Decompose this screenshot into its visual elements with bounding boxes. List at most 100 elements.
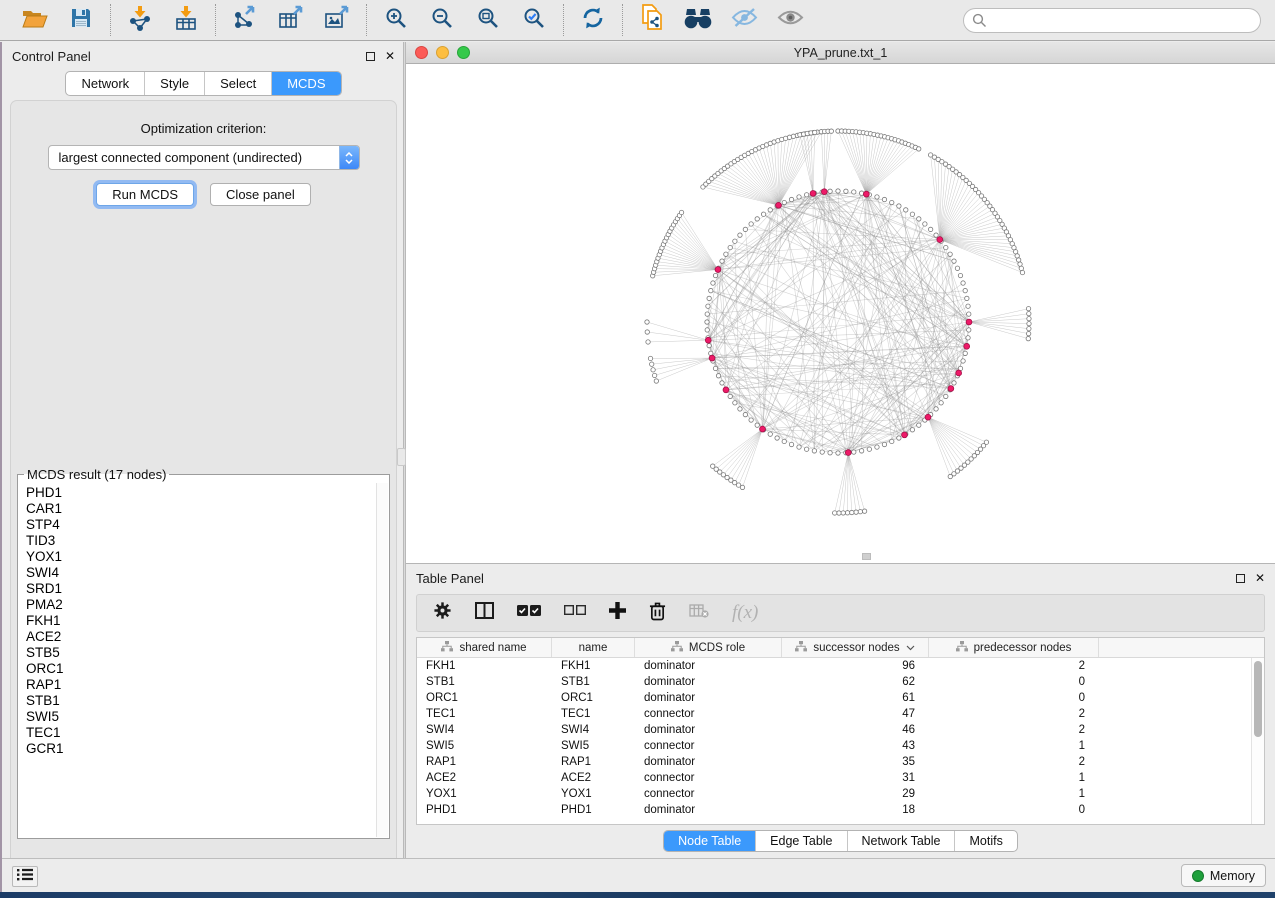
mcds-list-item[interactable]: FKH1: [26, 613, 375, 629]
delete-column-button[interactable]: [649, 601, 666, 626]
show-all-button[interactable]: [775, 5, 805, 35]
deselect-all-button[interactable]: [564, 604, 586, 622]
mcds-list-item[interactable]: SWI5: [26, 709, 375, 725]
table-toolbar: f(x): [416, 594, 1265, 632]
tab-style[interactable]: Style: [144, 72, 204, 95]
export-table-button[interactable]: [276, 5, 306, 35]
zoom-fit-button[interactable]: [473, 5, 503, 35]
run-mcds-button[interactable]: Run MCDS: [96, 183, 194, 206]
plus-icon: [609, 602, 626, 624]
tab-network-table[interactable]: Network Table: [847, 831, 955, 851]
apply-function-button[interactable]: f(x): [732, 602, 758, 624]
mcds-list-item[interactable]: STB5: [26, 645, 375, 661]
mcds-list-scrollbar[interactable]: [376, 483, 388, 837]
mcds-list-item[interactable]: GCR1: [26, 741, 375, 757]
tab-motifs[interactable]: Motifs: [954, 831, 1016, 851]
tab-select[interactable]: Select: [204, 72, 271, 95]
tab-edge-table[interactable]: Edge Table: [755, 831, 846, 851]
table-row[interactable]: TEC1TEC1connector472: [417, 706, 1251, 722]
find-button[interactable]: [683, 5, 713, 35]
criterion-select[interactable]: largest connected component (undirected): [48, 145, 360, 170]
main-toolbar: [0, 0, 1275, 41]
mcds-list-item[interactable]: SRD1: [26, 581, 375, 597]
refresh-view-button[interactable]: [578, 5, 608, 35]
table-scrollbar[interactable]: [1251, 658, 1264, 824]
close-panel-button[interactable]: Close panel: [210, 183, 311, 206]
mcds-list-item[interactable]: ACE2: [26, 629, 375, 645]
column-label: shared name: [459, 642, 526, 654]
show-columns-button[interactable]: [475, 602, 494, 624]
table-scrollbar-thumb[interactable]: [1254, 661, 1262, 737]
table-row[interactable]: ORC1ORC1dominator610: [417, 690, 1251, 706]
zoom-fit-icon: [476, 6, 500, 35]
close-table-panel-icon[interactable]: ✕: [1255, 574, 1265, 583]
memory-button[interactable]: Memory: [1181, 864, 1266, 887]
mcds-list-item[interactable]: PMA2: [26, 597, 375, 613]
canvas-resize-grip[interactable]: [862, 553, 871, 560]
mcds-result-title: MCDS result (17 nodes): [24, 467, 169, 482]
table-row[interactable]: YOX1YOX1connector291: [417, 786, 1251, 802]
mcds-list-item[interactable]: RAP1: [26, 677, 375, 693]
tab-network[interactable]: Network: [66, 72, 144, 95]
import-table-button[interactable]: [171, 5, 201, 35]
mcds-list-item[interactable]: STB1: [26, 693, 375, 709]
delete-table-button[interactable]: [689, 604, 709, 623]
tab-mcds[interactable]: MCDS: [271, 72, 340, 95]
table-cell: 43: [782, 740, 929, 752]
search-input[interactable]: [963, 8, 1261, 33]
export-network-button[interactable]: [230, 5, 260, 35]
mcds-list-item[interactable]: SWI4: [26, 565, 375, 581]
mcds-list-item[interactable]: YOX1: [26, 549, 375, 565]
network-canvas[interactable]: [406, 64, 1275, 563]
export-image-button[interactable]: [322, 5, 352, 35]
select-all-button[interactable]: [517, 604, 541, 622]
show-panels-button[interactable]: [12, 866, 38, 887]
network-view-window: YPA_prune.txt_1: [406, 42, 1275, 563]
mcds-list-item[interactable]: PHD1: [26, 485, 375, 501]
mcds-list-item[interactable]: ORC1: [26, 661, 375, 677]
column-header-MCDS-role[interactable]: MCDS role: [635, 638, 782, 657]
table-cell: 31: [782, 772, 929, 784]
table-cell: RAP1: [417, 756, 552, 768]
table-row[interactable]: SWI4SWI4dominator462: [417, 722, 1251, 738]
zoom-out-button[interactable]: [427, 5, 457, 35]
hierarchy-icon: [956, 641, 968, 655]
table-row[interactable]: PHD1PHD1dominator180: [417, 802, 1251, 818]
table-cell: 46: [782, 724, 929, 736]
network-window-titlebar[interactable]: YPA_prune.txt_1: [406, 42, 1275, 64]
table-row[interactable]: FKH1FKH1dominator962: [417, 658, 1251, 674]
float-panel-icon[interactable]: [366, 52, 375, 61]
column-header-predecessor-nodes[interactable]: predecessor nodes: [929, 638, 1099, 657]
zoom-selected-button[interactable]: [519, 5, 549, 35]
mcds-list-item[interactable]: TEC1: [26, 725, 375, 741]
table-row[interactable]: STB1STB1dominator620: [417, 674, 1251, 690]
clone-network-button[interactable]: [637, 5, 667, 35]
table-cell: 61: [782, 692, 929, 704]
column-header-name[interactable]: name: [552, 638, 635, 657]
open-file-button[interactable]: [20, 5, 50, 35]
hide-selected-button[interactable]: [729, 5, 759, 35]
add-column-button[interactable]: [609, 602, 626, 624]
table-cell: FKH1: [417, 660, 552, 672]
binoculars-icon: [683, 7, 713, 34]
table-cell: FKH1: [552, 660, 635, 672]
import-network-button[interactable]: [125, 5, 155, 35]
column-header-shared-name[interactable]: shared name: [417, 638, 552, 657]
table-row[interactable]: ACE2ACE2connector311: [417, 770, 1251, 786]
zoom-in-button[interactable]: [381, 5, 411, 35]
panel-divider-grip[interactable]: [397, 448, 406, 466]
save-session-button[interactable]: [66, 5, 96, 35]
table-cell: connector: [635, 740, 782, 752]
table-row[interactable]: SWI5SWI5connector431: [417, 738, 1251, 754]
mcds-list-item[interactable]: TID3: [26, 533, 375, 549]
table-row[interactable]: RAP1RAP1dominator352: [417, 754, 1251, 770]
table-cell: PHD1: [552, 804, 635, 816]
table-settings-button[interactable]: [433, 601, 452, 625]
table-header-row: shared name nameMCDS rolesuccessor nodesp…: [417, 638, 1264, 658]
close-panel-icon[interactable]: ✕: [385, 52, 395, 61]
column-header-successor-nodes[interactable]: successor nodes: [782, 638, 929, 657]
mcds-list-item[interactable]: CAR1: [26, 501, 375, 517]
tab-node-table[interactable]: Node Table: [664, 831, 755, 851]
mcds-list-item[interactable]: STP4: [26, 517, 375, 533]
float-table-panel-icon[interactable]: [1236, 574, 1245, 583]
